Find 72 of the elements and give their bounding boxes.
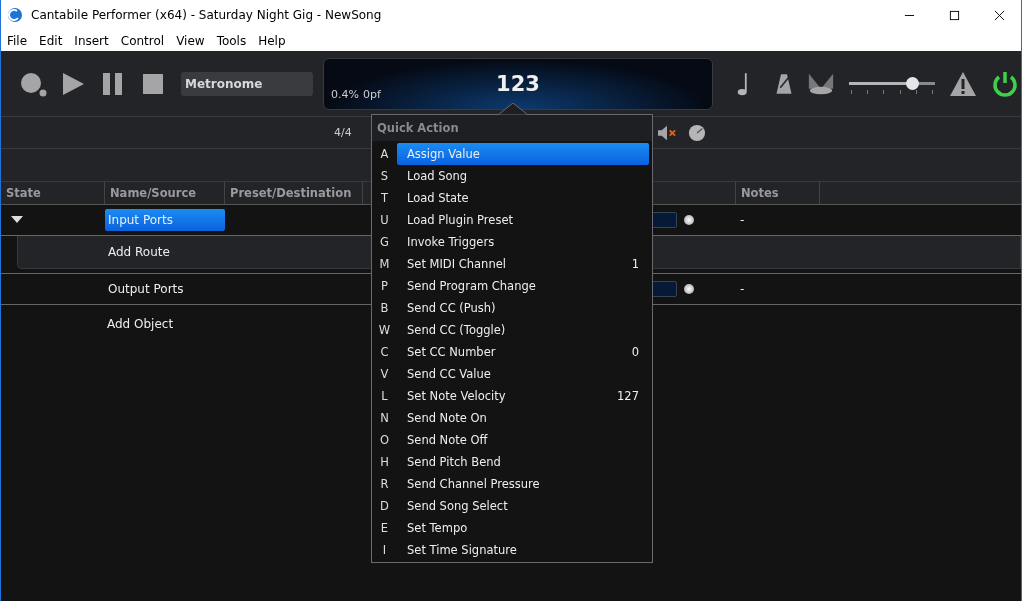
mute-icon[interactable] (655, 123, 678, 142)
shortcut-key: H (372, 455, 397, 469)
menu-item[interactable]: Help (258, 33, 286, 48)
window-title: Cantabile Performer (x64) - Saturday Night Gig - NewSong (31, 8, 382, 22)
menu-item[interactable]: Control (120, 33, 165, 48)
shortcut-key: G (372, 235, 397, 249)
quick-action-item[interactable]: Set Note Velocity 127 (397, 385, 649, 407)
shortcut-key: I (372, 543, 397, 557)
metronome-field[interactable]: Metronome (181, 71, 313, 96)
app-logo-icon (7, 7, 23, 23)
quick-action-item[interactable]: Send Channel Pressure (397, 473, 649, 495)
quick-action-item[interactable]: Send Note On (397, 407, 649, 429)
tempo-reading: 123 (496, 71, 540, 96)
time-reading: 0pf (363, 87, 381, 101)
shortcut-key: S (372, 169, 397, 183)
shortcut-key: T (372, 191, 397, 205)
time-signature: 4/4 (334, 126, 352, 139)
shortcut-key: B (372, 301, 397, 315)
shortcut-key: L (372, 389, 397, 403)
quick-action-item[interactable]: Set MIDI Channel 1 (397, 253, 649, 275)
quick-action-item[interactable]: Set Time Signature (397, 539, 649, 561)
shortcut-key: O (372, 433, 397, 447)
level-meter (651, 281, 677, 297)
shortcut-key: U (372, 213, 397, 227)
quick-action-item[interactable]: Load Plugin Preset (397, 209, 649, 231)
shortcut-key: M (372, 257, 397, 271)
maximize-icon[interactable] (949, 9, 960, 21)
quick-action-item[interactable]: Invoke Triggers (397, 231, 649, 253)
add-object-button[interactable]: Add Object (107, 317, 174, 331)
shortcut-key: W (372, 323, 397, 337)
shortcut-key: V (372, 367, 397, 381)
port-name[interactable]: Input Ports (105, 209, 225, 231)
quick-action-item[interactable]: Send CC (Toggle) (397, 319, 649, 341)
quick-action-item[interactable]: Send Song Select (397, 495, 649, 517)
menu-item[interactable]: Edit (39, 33, 63, 48)
column-header[interactable]: Notes (736, 182, 820, 204)
indicator-led (684, 284, 694, 294)
quick-action-item[interactable]: Set CC Number 0 (397, 341, 649, 363)
menu-item[interactable]: View (176, 33, 205, 48)
column-header[interactable]: Name/Source (105, 182, 225, 204)
power-icon[interactable] (991, 69, 1019, 98)
shortcut-key: C (372, 345, 397, 359)
column-header[interactable]: Preset/Destination (225, 182, 363, 204)
column-header[interactable]: State (1, 182, 105, 204)
port-name[interactable]: Output Ports (105, 278, 225, 300)
shortcut-key: N (372, 411, 397, 425)
quick-action-item[interactable]: Assign Value (397, 143, 649, 165)
quick-action-item[interactable]: Send Pitch Bend (397, 451, 649, 473)
shortcut-key: D (372, 499, 397, 513)
close-icon[interactable] (994, 9, 1005, 21)
notes-cell: - (740, 282, 745, 296)
level-meter (651, 212, 677, 228)
shortcut-key: P (372, 279, 397, 293)
shortcut-key: A (372, 147, 397, 161)
quick-action-item[interactable]: Send Program Change (397, 275, 649, 297)
menu-item[interactable]: Insert (74, 33, 109, 48)
indicator-led (684, 215, 694, 225)
menu-item[interactable]: File (7, 33, 28, 48)
load-reading: 0.4% (331, 87, 359, 101)
add-route-button[interactable]: Add Route (108, 245, 170, 259)
menu-item[interactable]: Tools (216, 33, 247, 48)
notes-cell: - (740, 213, 745, 227)
shortcut-key: E (372, 521, 397, 535)
knob-icon[interactable] (687, 123, 706, 142)
shortcut-key: R (372, 477, 397, 491)
quick-action-item[interactable]: Send CC (Push) (397, 297, 649, 319)
quick-action-item[interactable]: Send Note Off (397, 429, 649, 451)
quick-action-item[interactable]: Load State (397, 187, 649, 209)
quick-action-item[interactable]: Send CC Value (397, 363, 649, 385)
collapse-arrow-icon[interactable] (11, 216, 23, 224)
quick-action-item[interactable]: Load Song (397, 165, 649, 187)
quick-action-item[interactable]: Set Tempo (397, 517, 649, 539)
